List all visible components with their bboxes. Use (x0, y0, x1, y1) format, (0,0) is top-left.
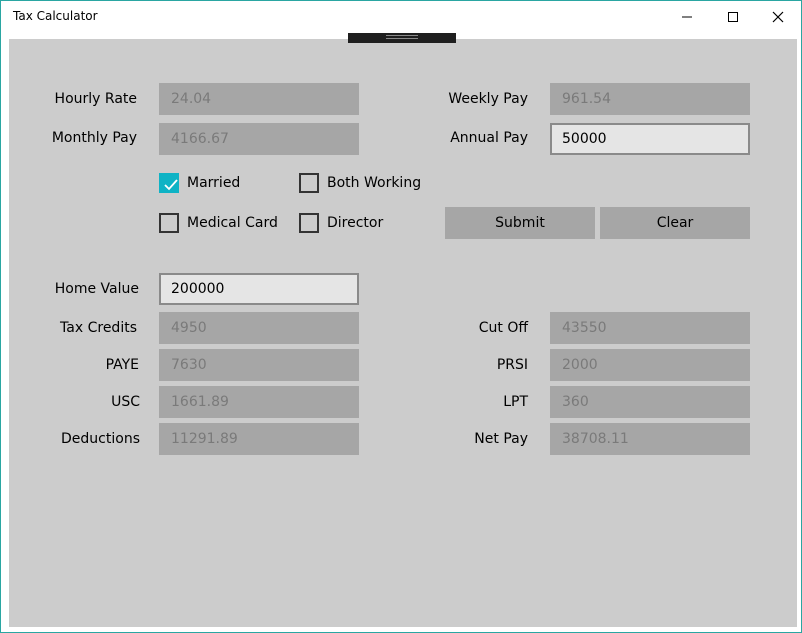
annual-pay-input[interactable]: 50000 (550, 123, 750, 155)
lpt-label: LPT (503, 394, 528, 410)
annual-pay-label: Annual Pay (450, 130, 528, 146)
clear-button[interactable]: Clear (600, 207, 750, 239)
cut-off-field[interactable]: 43550 (550, 312, 750, 344)
tax-credits-label: Tax Credits (60, 320, 137, 336)
paye-label: PAYE (105, 357, 139, 373)
home-value-input[interactable]: 200000 (159, 273, 359, 305)
drag-handle[interactable] (348, 33, 456, 43)
hourly-rate-field[interactable]: 24.04 (159, 83, 359, 115)
prsi-label: PRSI (496, 357, 528, 373)
checkbox-box[interactable] (299, 213, 319, 233)
close-icon (772, 11, 784, 23)
weekly-pay-field[interactable]: 961.54 (550, 83, 750, 115)
tax-credits-field[interactable]: 4950 (159, 312, 359, 344)
net-pay-field[interactable]: 38708.11 (550, 423, 750, 455)
weekly-pay-label: Weekly Pay (448, 91, 528, 107)
usc-label: USC (111, 394, 140, 410)
minimize-button[interactable] (664, 1, 710, 33)
monthly-pay-field[interactable]: 4166.67 (159, 123, 359, 155)
submit-button[interactable]: Submit (445, 207, 595, 239)
checkmark-icon (164, 179, 178, 191)
checkbox-box[interactable] (159, 213, 179, 233)
close-button[interactable] (755, 1, 801, 33)
monthly-pay-label: Monthly Pay (51, 130, 137, 146)
maximize-button[interactable] (710, 1, 756, 33)
content-area: Hourly Rate 24.04 Weekly Pay 961.54 Mont… (9, 33, 797, 627)
cut-off-label: Cut Off (478, 320, 528, 336)
married-label: Married (187, 175, 241, 191)
minimize-icon (682, 16, 692, 18)
net-pay-label: Net Pay (474, 431, 528, 447)
deductions-field[interactable]: 11291.89 (159, 423, 359, 455)
app-window: Tax Calculator Hourly Rate 24.04 Weekly … (0, 0, 802, 633)
checkbox-box[interactable] (159, 173, 179, 193)
paye-field[interactable]: 7630 (159, 349, 359, 381)
lpt-field[interactable]: 360 (550, 386, 750, 418)
both-working-label: Both Working (327, 175, 422, 191)
title-bar[interactable]: Tax Calculator (1, 1, 801, 33)
checkbox-box[interactable] (299, 173, 319, 193)
maximize-icon (728, 12, 738, 22)
deductions-label: Deductions (61, 431, 140, 447)
medical-card-label: Medical Card (187, 215, 278, 231)
window-title: Tax Calculator (13, 9, 98, 23)
prsi-field[interactable]: 2000 (550, 349, 750, 381)
usc-field[interactable]: 1661.89 (159, 386, 359, 418)
hourly-rate-label: Hourly Rate (54, 91, 137, 107)
director-label: Director (327, 215, 384, 231)
home-value-label: Home Value (54, 281, 139, 297)
